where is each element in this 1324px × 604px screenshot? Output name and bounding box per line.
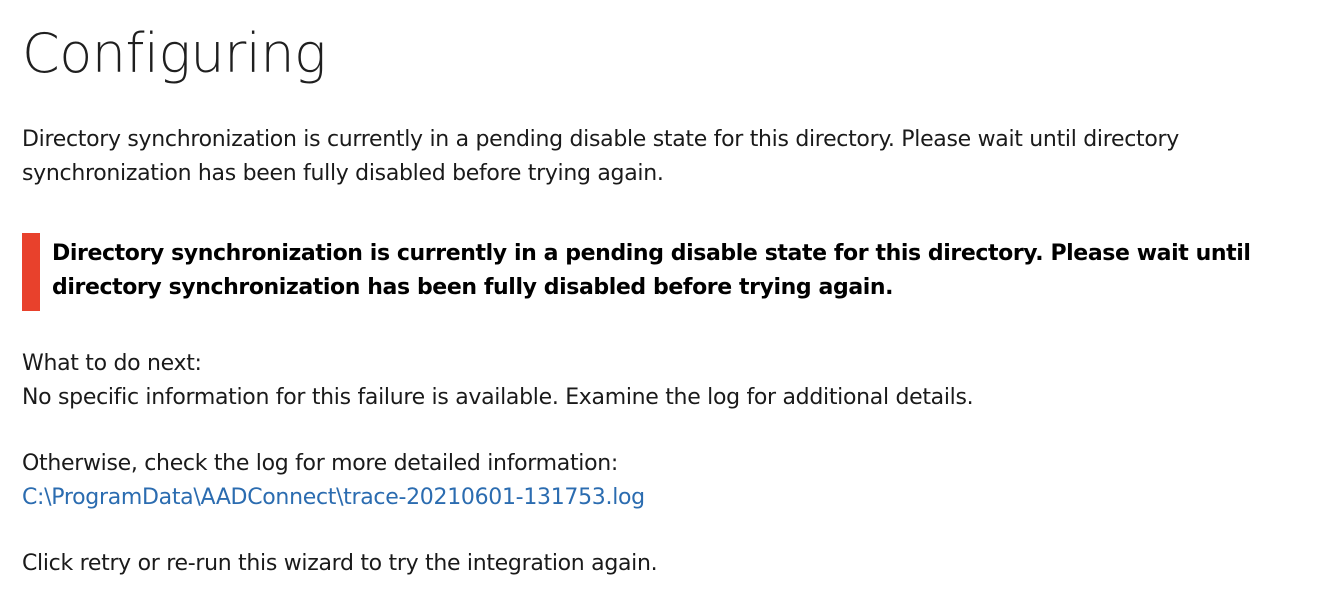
error-alert: Directory synchronization is currently i… bbox=[22, 233, 1312, 311]
retry-instructions: Click retry or re-run this wizard to try… bbox=[22, 551, 658, 576]
intro-line-1: Directory synchronization is currently i… bbox=[22, 127, 1179, 152]
log-section: Otherwise, check the log for more detail… bbox=[22, 447, 1312, 515]
intro-line-2: synchronization has been fully disabled … bbox=[22, 161, 664, 186]
next-steps-section: What to do next: No specific information… bbox=[22, 347, 1312, 415]
next-steps-heading: What to do next: bbox=[22, 351, 202, 376]
page-title: Configuring bbox=[22, 22, 326, 85]
configuring-page: Configuring Directory synchronization is… bbox=[22, 14, 1312, 581]
error-indicator-bar bbox=[22, 233, 40, 311]
intro-message: Directory synchronization is currently i… bbox=[22, 123, 1282, 191]
log-file-link[interactable]: C:\ProgramData\AADConnect\trace-20210601… bbox=[22, 481, 645, 515]
error-message: Directory synchronization is currently i… bbox=[52, 233, 1312, 305]
log-label: Otherwise, check the log for more detail… bbox=[22, 451, 619, 476]
error-message-line-2: directory synchronization has been fully… bbox=[52, 275, 894, 300]
next-steps-body: No specific information for this failure… bbox=[22, 385, 974, 410]
error-message-line-1: Directory synchronization is currently i… bbox=[52, 241, 1251, 266]
